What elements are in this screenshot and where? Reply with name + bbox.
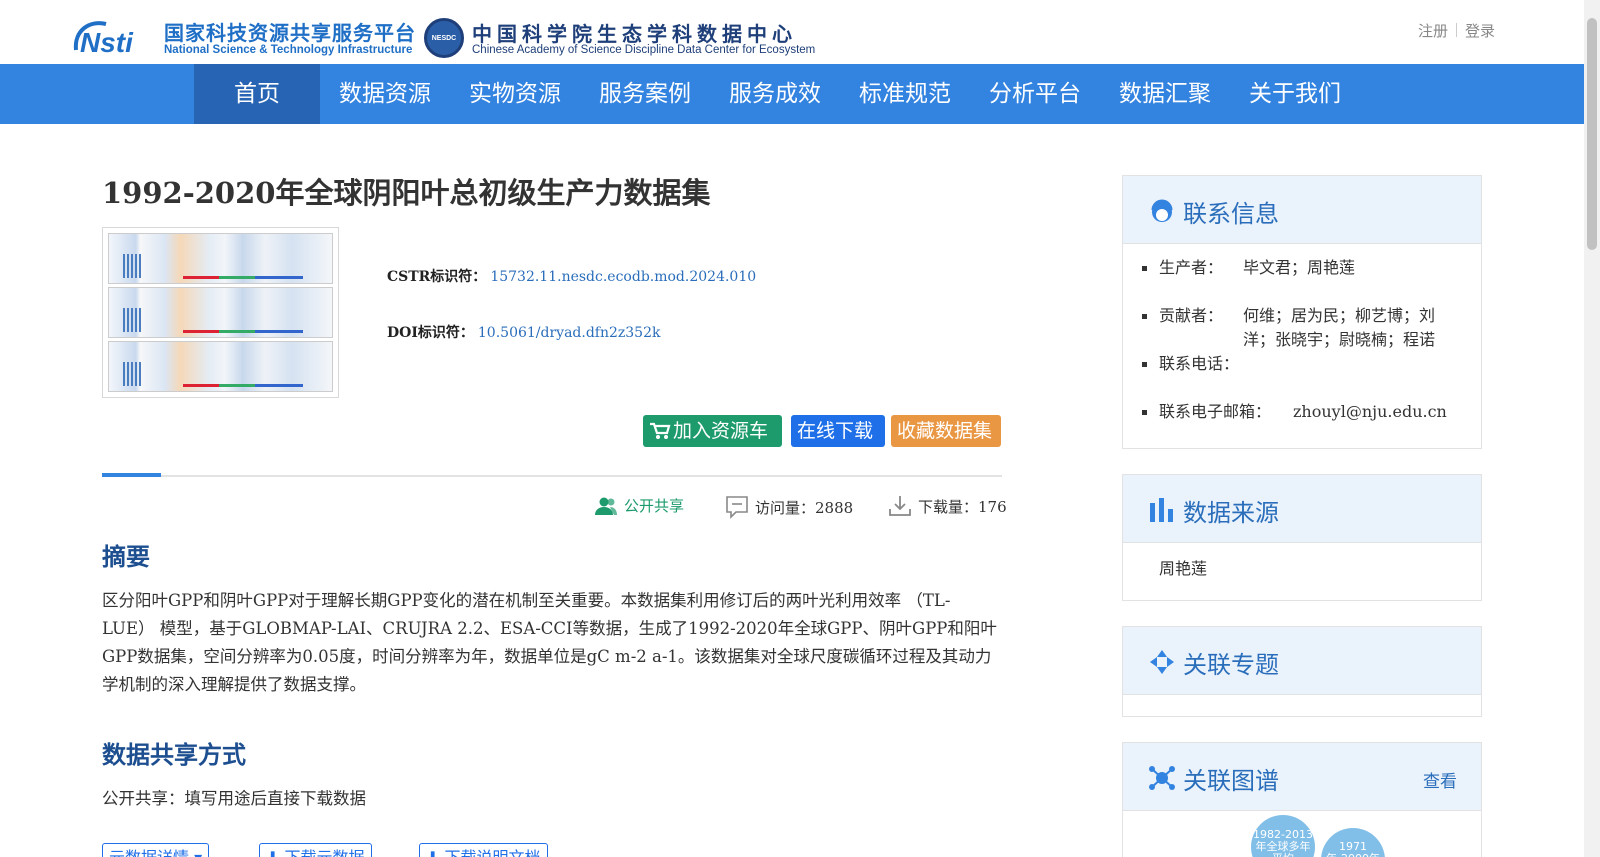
nav-physical-resources[interactable]: 实物资源 <box>450 64 580 124</box>
share-status-text: 公开共享 <box>624 497 685 515</box>
email-label: 联系电子邮箱： <box>1159 402 1272 421</box>
logo-mark-text: Nsti <box>80 27 134 56</box>
topic-card-header: 关联专题 <box>1123 627 1481 695</box>
page-scrollbar[interactable] <box>1584 0 1600 857</box>
dataset-title: 1992-2020年全球阴阳叶总初级生产力数据集 <box>102 176 711 210</box>
visit-count-text: 访问量：2888 <box>755 498 854 517</box>
main-nav: 首页 数据资源 实物资源 服务案例 服务成效 标准规范 分析平台 数据汇聚 关于… <box>0 64 1584 124</box>
auth-links: 注册 登录 <box>1418 20 1495 41</box>
download-count-text: 下载量：176 <box>918 497 1007 516</box>
topic-icon <box>1150 650 1174 674</box>
login-link[interactable]: 登录 <box>1465 22 1495 40</box>
contact-card-title: 联系信息 <box>1183 200 1279 228</box>
doi-row: DOI标识符： 10.5061/dryad.dfn2z352k <box>387 322 660 342</box>
graph-card-header: 关联图谱 查看 <box>1123 743 1481 811</box>
contributor-value: 何维；居为民；柳艺博；刘洋；张晓宇；尉晓楠；程诺 <box>1243 306 1436 349</box>
add-to-cart-label: 加入资源车 <box>673 420 769 442</box>
source-card: 数据来源 周艳莲 <box>1122 474 1482 601</box>
contact-card: 联系信息 生产者： 毕文君；周艳莲 贡献者： 何维；居为民；柳艺博；刘洋；张晓宇；尉… <box>1122 175 1482 449</box>
logo2-en-text: Chinese Academy of Science Discipline Da… <box>472 44 816 56</box>
sharing-text: 公开共享：填写用途后直接下载数据 <box>102 789 366 808</box>
source-card-title: 数据来源 <box>1183 499 1279 527</box>
cstr-row: CSTR标识符： 15732.11.nesdc.ecodb.mod.2024.01… <box>387 266 756 286</box>
nav-data-aggregation[interactable]: 数据汇聚 <box>1100 64 1230 124</box>
phone-label: 联系电话： <box>1159 354 1240 373</box>
logo1-en-text: National Science & Technology Infrastruc… <box>164 44 413 56</box>
nav-service-cases[interactable]: 服务案例 <box>580 64 710 124</box>
doi-link[interactable]: 10.5061/dryad.dfn2z352k <box>478 325 661 341</box>
graph-view-link[interactable]: 查看 <box>1423 767 1457 792</box>
register-link[interactable]: 注册 <box>1418 22 1448 40</box>
thumbnail-map-panel <box>108 287 333 338</box>
email-value[interactable]: zhouyl@nju.edu.cn <box>1293 400 1447 424</box>
contact-contributor: 贡献者： 何维；居为民；柳艺博；刘洋；张晓宇；尉晓楠；程诺 <box>1141 304 1451 352</box>
producer-value: 毕文君；周艳莲 <box>1243 258 1356 277</box>
nsti-logo[interactable]: Nsti 国家科技资源共享服务平台 National Science & Tec… <box>72 16 415 60</box>
contact-card-header: 联系信息 <box>1123 176 1481 244</box>
nesdc-seal-icon: NESDC <box>424 18 464 58</box>
tab-divider <box>102 473 1002 477</box>
tab-indicator <box>102 473 161 477</box>
download-icon <box>889 496 911 516</box>
contributor-label: 贡献者： <box>1159 306 1224 325</box>
graph-card-title: 关联图谱 <box>1183 767 1279 795</box>
nav-home[interactable]: 首页 <box>194 64 320 124</box>
customer-service-icon <box>1151 199 1173 222</box>
network-icon <box>1149 766 1175 790</box>
graph-node[interactable]: 1982-2013年全球多年平均 <box>1251 815 1315 857</box>
thumbnail-map-panel <box>108 341 333 392</box>
contact-list: 生产者： 毕文君；周艳莲 贡献者： 何维；居为民；柳艺博；刘洋；张晓宇；尉晓楠；程诺… <box>1123 244 1481 424</box>
graph-node[interactable]: 1971年-2000年全球 <box>1321 828 1385 857</box>
visit-count: 访问量：2888 <box>725 495 853 519</box>
top-header: Nsti 国家科技资源共享服务平台 National Science & Tec… <box>0 0 1584 64</box>
bar-chart-icon <box>1150 498 1173 522</box>
users-icon <box>595 497 617 515</box>
nav-service-results[interactable]: 服务成效 <box>710 64 840 124</box>
cstr-link[interactable]: 15732.11.nesdc.ecodb.mod.2024.010 <box>490 269 756 285</box>
topic-card: 关联专题 <box>1122 626 1482 717</box>
contact-phone: 联系电话： <box>1141 352 1451 376</box>
cstr-label: CSTR标识符： <box>387 269 487 285</box>
source-value: 周艳莲 <box>1159 559 1208 578</box>
abstract-text: 区分阳叶GPP和阴叶GPP对于理解长期GPP变化的潜在机制至关重要。本数据集利用… <box>102 591 997 694</box>
logo1-cn-text: 国家科技资源共享服务平台 <box>164 21 416 45</box>
favorite-dataset-button[interactable]: 收藏数据集 <box>891 415 1001 447</box>
download-doc-button[interactable]: ⬇ 下载说明文档 <box>419 843 548 857</box>
cart-icon <box>650 422 671 439</box>
nesdc-logo[interactable]: NESDC 中国科学院生态学科数据中心 Chinese Academy of S… <box>424 16 824 60</box>
auth-divider <box>1456 23 1458 37</box>
scrollbar-thumb[interactable] <box>1587 18 1597 250</box>
dataset-thumbnail[interactable] <box>102 227 339 398</box>
graph-card: 关联图谱 查看 1982-2013年全球多年平均 1971年-2000年全球 <box>1122 742 1482 857</box>
doi-label: DOI标识符： <box>387 325 474 341</box>
contact-email: 联系电子邮箱： zhouyl@nju.edu.cn <box>1141 400 1451 424</box>
comment-icon <box>726 496 748 519</box>
metadata-details-tab[interactable]: 元数据详情 ▾ <box>102 843 210 857</box>
logo2-cn-text: 中国科学院生态学科数据中心 <box>472 22 797 46</box>
nav-about-us[interactable]: 关于我们 <box>1230 64 1360 124</box>
thumbnail-map-panel <box>108 233 333 284</box>
source-card-header: 数据来源 <box>1123 475 1481 543</box>
online-download-button[interactable]: 在线下载 <box>791 415 885 447</box>
abstract-heading: 摘要 <box>102 543 150 571</box>
topic-card-title: 关联专题 <box>1183 651 1279 679</box>
share-status: 公开共享 <box>594 495 684 516</box>
sharing-heading: 数据共享方式 <box>102 741 246 769</box>
add-to-cart-button[interactable]: 加入资源车 <box>643 415 782 447</box>
nav-analysis-platform[interactable]: 分析平台 <box>970 64 1100 124</box>
nav-data-resources[interactable]: 数据资源 <box>320 64 450 124</box>
contact-producer: 生产者： 毕文君；周艳莲 <box>1141 256 1451 280</box>
producer-label: 生产者： <box>1159 258 1224 277</box>
nav-standards[interactable]: 标准规范 <box>840 64 970 124</box>
nsti-logo-icon: Nsti <box>73 21 134 56</box>
download-count: 下载量：176 <box>888 495 1007 517</box>
download-metadata-button[interactable]: ⬇ 下载元数据 <box>259 843 372 857</box>
